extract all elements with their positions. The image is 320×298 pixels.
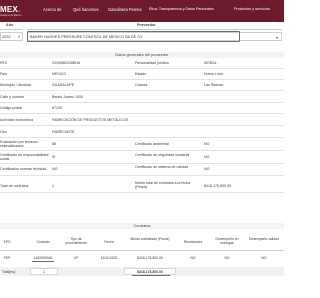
table-cell-eps: PEP <box>3 256 11 260</box>
table-cell-desempeno-entregas: NO <box>224 256 230 260</box>
field-label-colonia: Colonia <box>135 83 148 87</box>
field-value-cp: 67100 <box>52 106 62 110</box>
field-label-rfc: RFC <box>0 61 8 65</box>
table-cell-monto: $418,178,800.00 <box>137 256 163 260</box>
divider <box>0 102 284 103</box>
field-value-cert-calidad: NO <box>204 167 210 171</box>
field-value-normas: NO <box>52 167 58 171</box>
field-value-estado: Nuevo León <box>204 72 224 76</box>
table-cell-rescisiones: NO <box>190 256 196 260</box>
contracts-section-title: Contratos <box>0 223 284 229</box>
nav-gasolinera[interactable]: Gasolinera Pemex <box>108 7 142 12</box>
table-cell-contrato[interactable]: 4182526046 <box>26 256 60 260</box>
totals-amount: $418,178,800.00 <box>137 270 163 274</box>
field-label-giro: Giro <box>0 130 7 134</box>
column-header-monto: Monto contratado (Pesos) <box>130 237 170 241</box>
column-header-fecha: Fecha <box>104 240 114 244</box>
field-value-colonia: Las Riberas <box>204 83 224 87</box>
column-header-desempeno-calidad: Desempeño calidad <box>249 237 279 241</box>
top-navbar: MEX. Gobierno de México Acerca de Qué ha… <box>0 0 284 22</box>
field-value-monto-total: $418,178,800.00 <box>204 184 231 188</box>
nav-que-hacemos[interactable]: Qué hacemos <box>73 7 99 12</box>
field-value-cert-ambiental: NO <box>204 142 210 146</box>
totals-label: Total(es): <box>2 270 16 274</box>
divider <box>0 175 284 176</box>
field-label-municipio: Municipio / Alcaldía <box>0 83 31 87</box>
column-header-contrato: Contrato <box>36 240 50 244</box>
divider <box>0 137 284 138</box>
year-select[interactable]: 2022 ▾ <box>0 32 23 41</box>
divider <box>0 68 284 69</box>
divider <box>0 125 284 126</box>
column-header-tipo: Tipo de procedimiento <box>65 237 87 246</box>
totals-count: 1 <box>43 270 45 274</box>
chevron-down-icon: ▾ <box>276 35 278 40</box>
field-label-cert-calidad: Certificado de sistema de calidad <box>135 165 188 169</box>
field-label-monto-total: Monto total de contratos a la fecha (Pes… <box>135 181 191 190</box>
field-value-municipio: GUADALUPE <box>52 83 75 87</box>
general-section-title: Datos generales del proveedor <box>0 52 284 58</box>
field-value-calle: Benito Juárez 1000 <box>52 95 83 99</box>
divider <box>0 90 284 91</box>
nav-acerca[interactable]: Acerca de <box>43 7 61 12</box>
field-value-actividad: FABRICACIÓN DE PRODUCTOS METÁLICOS <box>52 118 129 122</box>
divider <box>0 79 284 80</box>
field-label-cert-ambiental: Certificado ambiental <box>135 142 169 146</box>
chevron-down-icon: ▾ <box>18 35 20 39</box>
field-value-pais: MÉXICO <box>52 72 67 76</box>
column-header-desempeno-entregas: Desempeño en entregas <box>215 237 239 246</box>
divider <box>0 250 284 251</box>
logo-subtitle: Gobierno de México <box>0 14 22 17</box>
field-label-cert-social: Certificado de responsabilidad social <box>0 153 49 162</box>
field-label-cert-seguridad: Certificado de seguridad industrial <box>135 153 190 157</box>
site-logo[interactable]: MEX. <box>0 5 20 14</box>
column-header-eps: EPS <box>3 240 11 244</box>
divider <box>27 29 282 30</box>
divider <box>0 113 284 114</box>
divider <box>0 163 284 164</box>
field-label-actividad: Actividad económica <box>0 118 33 122</box>
field-label-cp: Código postal <box>0 106 22 110</box>
table-cell-desempeno-calidad: NO <box>261 256 267 260</box>
field-label-pais: País <box>0 72 8 76</box>
field-value-cert-seguridad: NO <box>204 155 210 159</box>
field-value-evaluacion: 88 <box>52 142 56 146</box>
field-label-normas: Certificados normas técnicas <box>0 167 47 171</box>
highlight-underline <box>132 275 170 277</box>
nav-transparencia[interactable]: Ética, Transparencia y Datos Personales <box>149 7 214 11</box>
divider <box>0 150 284 151</box>
divider <box>0 29 23 30</box>
field-value-cert-social: SI <box>52 155 56 159</box>
field-label-calle: Calle y número <box>0 95 25 99</box>
field-value-personalidad: MORAL <box>204 61 217 65</box>
column-header-rescisiones: Rescisiones <box>183 240 203 244</box>
table-cell-fecha: 15/11/2022 <box>100 256 118 260</box>
field-label-personalidad: Personalidad jurídica <box>135 61 169 65</box>
field-label-total-contratos: Total de contratos <box>0 184 29 188</box>
field-label-evaluacion: Evaluación por terceros especializados <box>0 140 38 149</box>
field-value-giro: FABRICANTE <box>52 130 75 134</box>
field-label-estado: Estado <box>135 72 147 76</box>
table-cell-tipo: CP <box>73 256 79 260</box>
nav-productos[interactable]: Productos y servicios <box>234 7 270 11</box>
divider <box>0 192 284 193</box>
field-value-rfc: GGM980228BHA <box>52 61 80 65</box>
field-value-total-contratos: 1 <box>52 184 54 188</box>
provider-select[interactable]: BAKER HUGHES PRESSURE CONTROL DE MEXICO … <box>27 32 282 41</box>
highlight-underline <box>32 261 54 263</box>
